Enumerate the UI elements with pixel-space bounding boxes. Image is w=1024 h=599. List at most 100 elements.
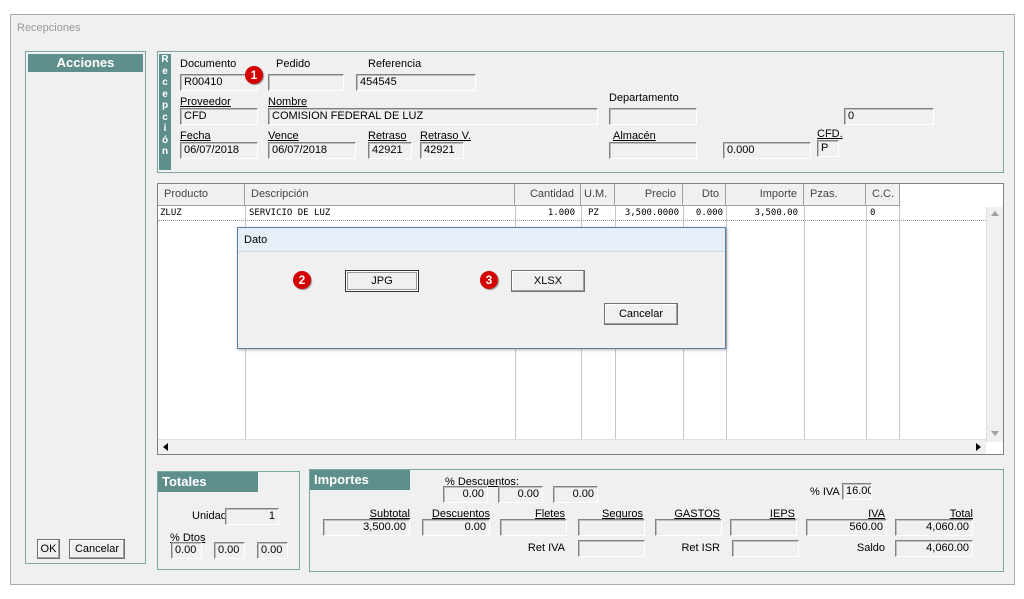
ok-button[interactable]: OK [37, 539, 60, 559]
importes-title: Importes [310, 470, 410, 490]
ret-isr-field[interactable] [732, 540, 799, 557]
fecha-label: Fecha [180, 130, 211, 142]
scroll-right-icon[interactable] [976, 443, 981, 451]
acciones-title: Acciones [28, 54, 143, 72]
side-letter: e [162, 65, 168, 77]
dialog-cancel-button[interactable]: Cancelar [604, 303, 678, 325]
cell-um: PZ [588, 208, 599, 218]
retraso-field[interactable]: 42921 [368, 142, 412, 159]
almacen-field[interactable] [609, 142, 697, 159]
gastos-field[interactable] [655, 519, 722, 536]
almacen-label: Almacén [613, 130, 656, 142]
side-letter: c [162, 77, 168, 88]
badge-3: 3 [480, 271, 498, 289]
dto-field-1[interactable]: 0.00 [171, 542, 202, 559]
side-letter: p [161, 100, 169, 111]
descuentos-field[interactable]: 0.00 [422, 519, 490, 536]
badge-1: 1 [245, 66, 263, 84]
iva-pct-label: % IVA [810, 486, 840, 498]
col-divider [804, 206, 805, 441]
col-producto[interactable]: Producto [158, 184, 245, 206]
pedido-label: Pedido [276, 58, 311, 70]
referencia-label: Referencia [368, 58, 422, 70]
iva-pct-field[interactable]: 16.00 [842, 483, 872, 500]
col-um[interactable]: U.M. [581, 184, 615, 206]
extra-field[interactable]: 0 [844, 108, 934, 125]
scroll-left-icon[interactable] [163, 443, 168, 451]
col-pzas[interactable]: Pzas. [804, 184, 866, 206]
subtotal-field[interactable]: 3,500.00 [323, 519, 410, 536]
fecha-field[interactable]: 06/07/2018 [180, 142, 258, 159]
dto-field-2[interactable]: 0.00 [214, 542, 245, 559]
cell-descripcion: SERVICIO DE LUZ [249, 208, 331, 218]
importe-field[interactable]: 0.000 [723, 142, 811, 159]
retraso-v-label: Retraso V. [420, 130, 471, 142]
vence-field[interactable]: 06/07/2018 [268, 142, 356, 159]
totales-panel: Totales Unidades 1 % Dtos 0.00 0.00 0.00 [157, 471, 300, 570]
pedido-field[interactable] [268, 74, 344, 91]
side-letter: n [161, 146, 169, 157]
side-letter: e [162, 88, 168, 100]
cell-pzas [804, 207, 864, 221]
recepcion-side-label: R e c e p c i ó n [159, 54, 171, 170]
saldo-field[interactable]: 4,060.00 [895, 540, 973, 557]
window-title: Recepciones [11, 15, 1014, 43]
col-cantidad[interactable]: Cantidad [515, 184, 581, 206]
acciones-panel: Acciones OK Cancelar [25, 51, 146, 564]
dto-field-3[interactable]: 0.00 [257, 542, 288, 559]
cell-dto: 0.000 [695, 208, 723, 218]
recepcion-panel: R e c e p c i ó n Documento R00410 1 Ped… [157, 51, 1004, 173]
saldo-label: Saldo [856, 542, 885, 554]
ieps-field[interactable] [730, 519, 797, 536]
col-precio[interactable]: Precio [615, 184, 683, 206]
dato-dialog: Dato 2 JPG 3 XLSX Cancelar [237, 227, 726, 349]
scroll-up-icon[interactable] [991, 211, 999, 216]
retraso-v-field[interactable]: 42921 [420, 142, 464, 159]
proveedor-field[interactable]: CFD [180, 108, 258, 125]
cfd-label: CFD. [817, 128, 843, 140]
recepciones-window: Recepciones Acciones OK Cancelar R e c e… [10, 14, 1015, 585]
descuento-pct-1[interactable]: 0.00 [443, 486, 488, 503]
ret-iva-field[interactable] [578, 540, 645, 557]
scroll-down-icon[interactable] [991, 431, 999, 436]
table-row[interactable]: ZLUZ SERVICIO DE LUZ 1.000 PZ 3,500.0000… [158, 207, 986, 221]
seguros-field[interactable] [578, 519, 645, 536]
side-letter: c [162, 111, 168, 123]
xlsx-button[interactable]: XLSX [511, 270, 585, 292]
ret-iva-label: Ret IVA [527, 542, 565, 554]
retraso-label: Retraso [368, 130, 407, 142]
col-descripcion[interactable]: Descripción [245, 184, 515, 206]
iva-field[interactable]: 560.00 [806, 519, 887, 536]
cfd-field[interactable]: P [817, 140, 839, 157]
vertical-scrollbar[interactable] [986, 207, 1003, 442]
jpg-button[interactable]: JPG [345, 270, 419, 292]
col-importe[interactable]: Importe [726, 184, 804, 206]
cell-cc: 0 [870, 208, 876, 218]
unidades-field[interactable]: 1 [225, 508, 279, 525]
col-divider [866, 206, 867, 441]
horizontal-scrollbar[interactable] [158, 439, 986, 454]
nombre-label: Nombre [268, 96, 308, 108]
cell-precio: 3,500.0000 [624, 208, 679, 218]
proveedor-label: Proveedor [180, 96, 231, 108]
descuento-pct-3[interactable]: 0.00 [553, 486, 598, 503]
col-dto[interactable]: Dto [683, 184, 726, 206]
side-letter: R [161, 54, 169, 65]
totales-title: Totales [158, 472, 258, 492]
badge-2: 2 [293, 271, 311, 289]
side-letter: ó [161, 134, 169, 146]
descuento-pct-2[interactable]: 0.00 [498, 486, 543, 503]
departamento-label: Departamento [609, 92, 679, 104]
col-divider [726, 206, 727, 441]
referencia-field[interactable]: 454545 [356, 74, 476, 91]
fletes-field[interactable] [500, 519, 567, 536]
col-divider [899, 206, 900, 441]
total-field[interactable]: 4,060.00 [895, 519, 973, 536]
nombre-field[interactable]: COMISION FEDERAL DE LUZ [268, 108, 598, 125]
acciones-cancel-button[interactable]: Cancelar [69, 539, 125, 559]
importes-panel: Importes % Descuentos: 0.00 0.00 0.00 % … [309, 469, 1004, 572]
col-cc[interactable]: C.C. [866, 184, 900, 206]
cell-cantidad: 1.000 [547, 208, 575, 218]
departamento-field[interactable] [609, 108, 697, 125]
vence-label: Vence [268, 130, 299, 142]
